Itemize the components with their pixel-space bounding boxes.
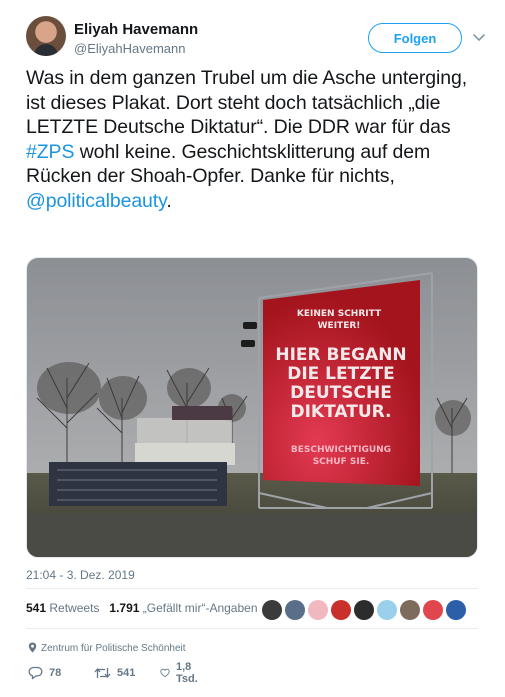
liker-avatar[interactable]	[400, 600, 420, 620]
reply-count: 78	[49, 667, 62, 679]
retweet-count: 541	[117, 667, 136, 679]
hashtag-link[interactable]: #ZPS	[26, 141, 74, 163]
author-handle[interactable]: @EliyahHavemann	[74, 41, 185, 56]
liker-avatar[interactable]	[377, 600, 397, 620]
mention-link[interactable]: @politicalbeauty	[26, 190, 166, 212]
banner-small-line-2: WEITER!	[318, 321, 361, 331]
reply-button[interactable]: 78	[28, 665, 61, 681]
liker-avatar[interactable]	[285, 600, 305, 620]
retweet-button[interactable]: 541	[94, 665, 135, 681]
likes-count[interactable]: 1.791	[109, 601, 139, 615]
banner-bottom-line-2: SCHUF SIE.	[313, 457, 370, 467]
tweet-text-part-1: Was in dem ganzen Trubel um die Asche un…	[26, 67, 468, 139]
tweet-text-part-3: .	[166, 189, 172, 212]
divider	[26, 628, 478, 629]
tweet-timestamp[interactable]: 21:04 - 3. Dez. 2019	[26, 568, 135, 582]
liker-avatar[interactable]	[308, 600, 328, 620]
tweet-text: Was in dem ganzen Trubel um die Asche un…	[26, 66, 486, 214]
banner-big-line-2: DIE LETZTE	[287, 364, 395, 384]
banner-big-line-1: HIER BEGANN	[275, 345, 406, 365]
liker-avatar[interactable]	[354, 600, 374, 620]
banner-big-line-4: DIKTATUR.	[291, 402, 392, 422]
photo-illustration: KEINEN SCHRITT WEITER! HIER BEGANN DIE L…	[27, 258, 477, 557]
divider	[26, 588, 478, 589]
place-row[interactable]: Zentrum für Politische Schönheit	[28, 642, 186, 654]
likes-label[interactable]: „Gefällt mir“-Angaben	[143, 601, 258, 615]
liker-avatar[interactable]	[423, 600, 443, 620]
liker-avatar[interactable]	[446, 600, 466, 620]
follow-button[interactable]: Folgen	[368, 23, 462, 53]
liker-avatar[interactable]	[262, 600, 282, 620]
tweet-text-part-2: wohl keine. Geschichtsklitterung auf dem…	[26, 140, 431, 188]
like-count: 1,8 Tsd.	[176, 661, 198, 685]
avatar[interactable]	[26, 16, 66, 56]
liker-avatars[interactable]	[262, 600, 469, 620]
tweet-header: Eliyah Havemann @EliyahHavemann Folgen	[26, 16, 486, 60]
like-button[interactable]: 1,8 Tsd.	[160, 661, 203, 685]
heart-icon	[160, 668, 170, 678]
liker-avatar[interactable]	[331, 600, 351, 620]
place-name[interactable]: Zentrum für Politische Schönheit	[41, 643, 186, 654]
author-name[interactable]: Eliyah Havemann	[74, 21, 198, 38]
retweets-label[interactable]: Retweets	[49, 601, 99, 615]
reply-icon	[28, 666, 43, 680]
banner-small-line-1: KEINEN SCHRITT	[297, 309, 382, 319]
tweet-photo[interactable]: KEINEN SCHRITT WEITER! HIER BEGANN DIE L…	[26, 257, 478, 558]
location-pin-icon	[28, 642, 37, 653]
retweet-icon	[94, 667, 111, 679]
retweets-count[interactable]: 541	[26, 601, 46, 615]
banner-big-line-3: DEUTSCHE	[290, 383, 392, 403]
banner-bottom-line-1: BESCHWICHTIGUNG	[291, 445, 391, 455]
engagement-stats: 541 Retweets 1.791 „Gefällt mir“-Angaben	[26, 601, 258, 615]
chevron-down-icon[interactable]	[472, 30, 486, 44]
